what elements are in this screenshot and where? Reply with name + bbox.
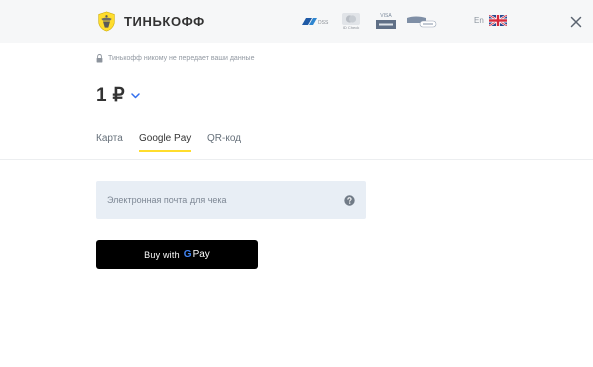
- language-switch[interactable]: En: [474, 15, 507, 26]
- active-tab-indicator: [139, 150, 191, 152]
- amount-selector[interactable]: 1 ₽: [96, 84, 140, 107]
- tab-qr-code[interactable]: QR-код: [207, 133, 241, 144]
- header-bar: ТИНЬКОФФ DSS ID Check VISA En: [0, 0, 593, 43]
- pci-dss-icon: DSS: [302, 18, 329, 26]
- visa-caption: VISA: [380, 13, 392, 19]
- pci-dss-badge: DSS: [300, 16, 330, 27]
- mastercard-caption: ID Check: [342, 25, 360, 30]
- tab-google-pay[interactable]: Google Pay: [139, 133, 191, 144]
- chevron-down-icon: [131, 92, 140, 98]
- receipt-email-field[interactable]: Электронная почта для чека: [96, 181, 366, 219]
- brand-name: ТИНЬКОФФ: [124, 14, 205, 29]
- google-g-icon: G: [184, 249, 192, 260]
- visa-icon: [376, 20, 396, 29]
- email-placeholder: Электронная почта для чека: [107, 195, 227, 205]
- buy-with-google-pay-button[interactable]: Buy with G Pay: [96, 240, 258, 269]
- amount-value: 1 ₽: [96, 85, 125, 106]
- verified-by-visa-badge: VISA: [376, 13, 396, 29]
- mastercard-icon: [342, 13, 360, 25]
- close-icon[interactable]: [567, 13, 585, 31]
- question-icon[interactable]: [344, 195, 355, 206]
- mir-accept-icon: [407, 16, 437, 28]
- tabs-divider: [0, 159, 593, 160]
- tinkoff-emblem-icon: [98, 11, 115, 32]
- mir-accept-badge: [406, 15, 438, 28]
- privacy-text: Тинькофф никому не передает ваши данные: [108, 55, 255, 62]
- gpay-prefix: Buy with: [144, 249, 180, 260]
- language-label: En: [474, 16, 484, 25]
- tab-card[interactable]: Карта: [96, 133, 123, 144]
- pci-dss-text: DSS: [318, 20, 329, 26]
- mastercard-securecode-badge: ID Check: [342, 13, 360, 30]
- gpay-brand: Pay: [192, 249, 210, 260]
- google-g-letter: G: [183, 249, 192, 260]
- privacy-notice: Тинькофф никому не передает ваши данные: [96, 54, 254, 63]
- uk-flag-icon: [488, 15, 507, 26]
- tinkoff-logo: ТИНЬКОФФ: [96, 11, 205, 32]
- lock-icon: [96, 54, 103, 63]
